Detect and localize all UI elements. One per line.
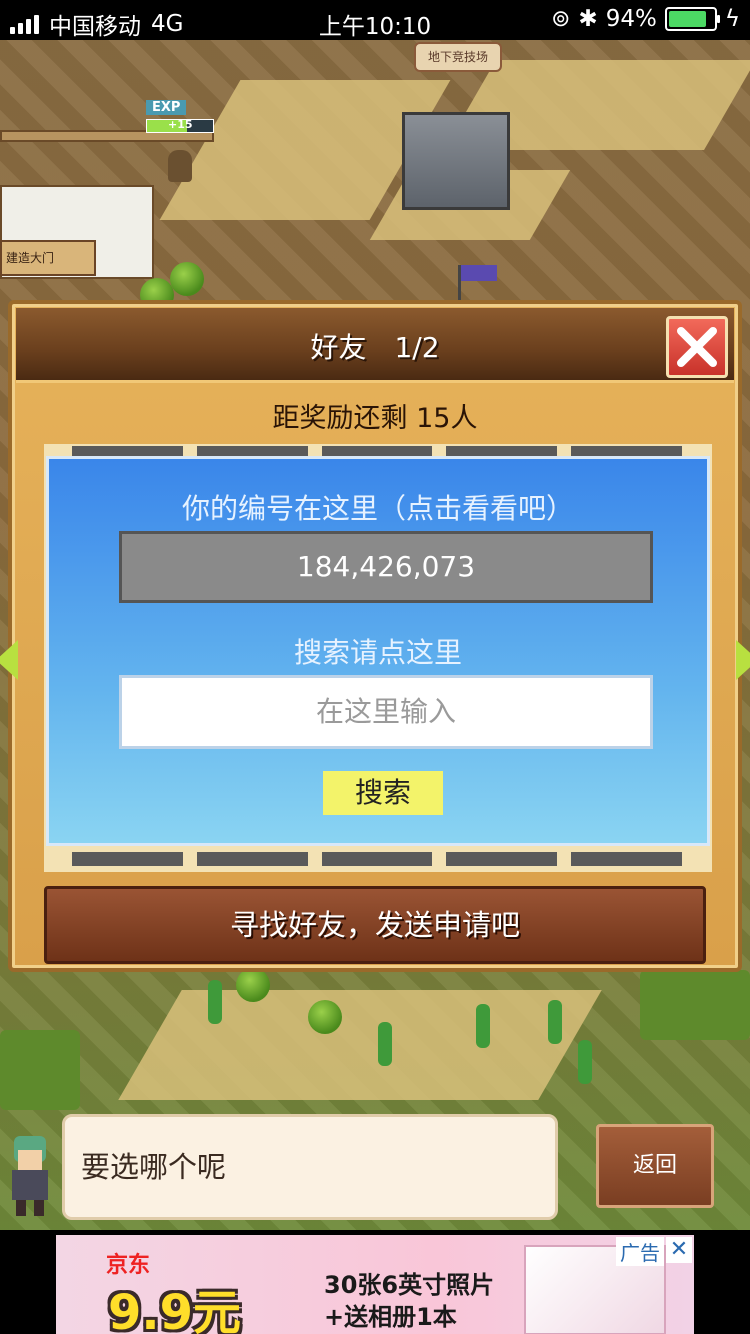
ad-line2: +送相册1本 — [324, 1303, 457, 1331]
charging-icon: ϟ — [724, 6, 740, 32]
player-id-box[interactable]: 184,426,073 — [119, 531, 653, 603]
back-button[interactable]: 返回 — [596, 1124, 714, 1208]
avatar — [4, 1132, 56, 1218]
dialog-header: 好友 1/2 — [16, 308, 734, 383]
ad-price: 9.9元 — [108, 1285, 242, 1334]
battery-percent: 94% — [605, 6, 657, 32]
search-hint: 搜索请点这里 — [293, 636, 462, 669]
close-icon — [677, 327, 717, 367]
gate-label[interactable]: 建造大门 — [0, 240, 96, 276]
cactus — [476, 1004, 490, 1048]
search-input[interactable]: 在这里输入 — [119, 675, 653, 749]
status-right: ⊚ ✱ 94% ϟ — [551, 6, 740, 32]
flag-icon — [461, 265, 497, 281]
friend-id-panel: 你的编号在这里（点击看看吧） 184,426,073 搜索请点这里 在这里输入 … — [46, 456, 710, 846]
slot-row-bottom — [72, 852, 682, 866]
prev-page-arrow-icon[interactable] — [0, 640, 18, 680]
bluetooth-icon: ✱ — [578, 6, 598, 32]
battery-icon — [664, 7, 720, 31]
ad-tag: 广告 — [616, 1237, 664, 1266]
speech-bubble: 要选哪个呢 — [62, 1114, 558, 1220]
cactus — [548, 1000, 562, 1044]
reward-remaining: 距奖励还剩 15人 — [272, 403, 478, 434]
character-sprite[interactable] — [168, 150, 192, 182]
tree — [170, 262, 204, 296]
dialog-title: 好友 1/2 — [310, 331, 440, 364]
grass-patch — [0, 1030, 80, 1110]
close-button[interactable] — [666, 316, 728, 378]
tree — [308, 1000, 342, 1034]
arena-tower[interactable] — [402, 112, 510, 210]
ad-banner[interactable]: 京东 9.9元 30张6英寸照片 +送相册1本 广告 ✕ — [56, 1235, 694, 1334]
ad-close-icon[interactable]: ✕ — [666, 1237, 692, 1263]
grass-patch — [640, 970, 750, 1040]
status-bar: 中国移动 4G 上午10:10 ⊚ ✱ 94% ϟ — [0, 0, 750, 40]
cactus — [578, 1040, 592, 1084]
cactus — [378, 1022, 392, 1066]
id-hint: 你的编号在这里（点击看看吧） — [181, 492, 574, 525]
next-page-arrow-icon[interactable] — [736, 640, 750, 680]
exp-value: +15 — [168, 118, 193, 131]
arena-label[interactable]: 地下竞技场 — [414, 42, 502, 72]
find-friends-button[interactable]: 寻找好友，发送申请吧 — [44, 886, 706, 964]
rotation-lock-icon: ⊚ — [551, 6, 571, 32]
exp-badge: EXP — [146, 100, 187, 115]
sand-patch — [118, 990, 602, 1100]
tree — [236, 968, 270, 1002]
friends-dialog: 好友 1/2 距奖励还剩 15人 你的编号在这里（点击看看吧） 184,426,… — [0, 300, 750, 972]
ad-line1: 30张6英寸照片 — [324, 1271, 495, 1299]
search-button[interactable]: 搜索 — [323, 771, 443, 815]
cactus — [208, 980, 222, 1024]
